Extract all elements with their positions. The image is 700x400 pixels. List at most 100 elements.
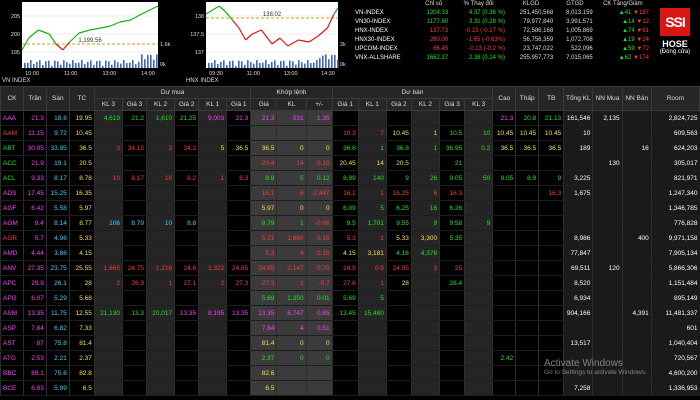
col-low[interactable]: Thấp [515, 86, 540, 111]
chart-volume-bar [295, 64, 297, 68]
cell-buy-vol-2 [145, 335, 175, 351]
col-buy-vol-1[interactable]: KL 1 [198, 98, 228, 111]
col-average[interactable]: TB [538, 86, 565, 111]
cell-ticker[interactable]: APC [0, 275, 24, 291]
cell-ticker[interactable]: ADS [0, 185, 24, 201]
cell-room: 4,600,200 [650, 365, 700, 381]
cell-ticker[interactable]: APG [0, 290, 24, 306]
stock-row[interactable]: ASP 7.84 6.82 7.33 7.84 4 0.51 601 [0, 320, 700, 336]
stock-row[interactable]: AGM 9.4 8.14 8.77 106 8.79 10 8.8 8.79 1 -0.66 9.5 1… [0, 215, 700, 231]
cell-ticker[interactable]: BBC [0, 365, 24, 381]
col-room[interactable]: Room [650, 86, 700, 111]
cell-buy-price-3 [122, 185, 147, 201]
stock-row[interactable]: AMD 4.44 3.86 4.15 5.3 4 -0.15 4.15 3,181 4.16 4,3… [0, 245, 700, 261]
col-match-volume[interactable]: KL [276, 98, 307, 111]
cell-sell-vol-1: 15,480 [357, 305, 387, 321]
index-row[interactable]: VN30-INDEX 1177.60 3.31 (0.28 %) 79,977,840… [353, 18, 651, 27]
col-buy-price-1[interactable]: Giá 1 [226, 98, 252, 111]
index-row[interactable]: HNX30-INDEX 260.00 -1.65 (-0.63%) 56,756,35… [353, 36, 651, 45]
stock-row[interactable]: AGR 5.7 4.96 5.33 5.21 1,860 0.15 5.3 1 5.33 3,300… [0, 230, 700, 246]
index-row[interactable]: VN-INDEX 1204.33 4.37 (0.36 %) 251,450,568 8… [353, 9, 651, 18]
stock-row[interactable]: ABT 30.05 33.95 36.5 3 34.15 2 34.2 5 36.5 36.5 0 0 3… [0, 140, 700, 156]
cell-ticker[interactable]: BCE [0, 380, 24, 396]
stock-row[interactable]: ACL 9.33 8.17 8.78 10 8.17 16 8.2 1 8.3 8.9 5 0.12 8.… [0, 170, 700, 186]
cell-buy-price-2 [174, 155, 199, 171]
stock-row[interactable]: BCE 6.83 5.99 6.5 6.5 7,258 1,336,953 [0, 380, 700, 396]
col-sell-vol-1[interactable]: KL 1 [357, 98, 387, 111]
cell-ticker[interactable]: AGF [0, 200, 24, 216]
cell-buy-price-2 [174, 230, 199, 246]
col-foreign-buy[interactable]: NN Mua [592, 86, 623, 111]
col-floor[interactable]: Sàn [45, 86, 70, 111]
stock-row[interactable]: APC 29.9 26.1 28 2 26.9 1 27.1 2 27.3 27.3 2 -0.7 27.… [0, 275, 700, 291]
cell-sell-vol-2: 3,300 [410, 230, 440, 246]
cell-low [515, 290, 539, 306]
index-row[interactable]: VNX-ALLSHARE 1662.37 2.38 (0.14 %) 255,957,… [353, 54, 651, 63]
cell-ticker[interactable]: AAA [0, 110, 24, 126]
cell-foreign-buy: 120 [592, 260, 623, 276]
col-sell-vol-3[interactable]: KL 3 [464, 98, 494, 111]
col-sell-vol-2[interactable]: KL 2 [410, 98, 441, 111]
index-volume: 72,586,168 [523, 28, 554, 34]
col-ceiling[interactable]: Trần [22, 86, 47, 111]
cell-sell-vol-3 [464, 320, 493, 336]
cell-sell-price-3: 16.3 [439, 185, 465, 201]
col-buy-price-3[interactable]: Giá 3 [122, 98, 147, 111]
col-sell-price-1[interactable]: Giá 1 [331, 98, 359, 111]
stock-row[interactable]: AGF 6.42 5.58 5.97 5.97 0 0 6.09 5 6.25 16 6.26 1,34… [0, 200, 700, 216]
stock-row[interactable]: ACC 21.9 19.1 20.5 20.4 14 0.10 20.45 14 20.5 21 13… [0, 155, 700, 171]
cell-match-price: 8.79 [250, 215, 277, 231]
cell-high: 36.5 [492, 140, 516, 156]
cell-buy-vol-3: 3 [93, 140, 123, 156]
cell-sell-price-1: 9.5 [331, 215, 359, 231]
stock-row[interactable]: AAA 21.3 18.6 19.95 4,619 21.2 1,610 21.25 9,003… [0, 110, 700, 126]
cell-sell-price-1: 8.99 [331, 170, 359, 186]
cell-ticker[interactable]: ABT [0, 140, 24, 156]
cell-sell-vol-3 [464, 200, 493, 216]
col-buy-vol-2[interactable]: KL 2 [145, 98, 176, 111]
cell-match-price: 20.4 [250, 155, 277, 171]
col-sell-price-3[interactable]: Giá 3 [439, 98, 466, 111]
cell-match-volume: 2 [276, 275, 307, 291]
col-total-volume[interactable]: Tổng KL [563, 86, 594, 111]
stock-row[interactable]: BBC 89.1 75.6 82.8 82.6 4,600,200 [0, 365, 700, 381]
stock-row[interactable]: AAM 11.15 9.72 10.45 10.3 7 10.45 1 10.5 10 10.45 1… [0, 125, 700, 141]
cell-ticker[interactable]: ACL [0, 170, 24, 186]
cell-ticker[interactable]: ACC [0, 155, 24, 171]
cell-ticker[interactable]: AMD [0, 245, 24, 261]
col-foreign-sell[interactable]: NN Bán [621, 86, 652, 111]
col-high[interactable]: Cao [492, 86, 517, 111]
stock-row[interactable]: AST 87 75.8 81.4 81.4 0 0 13,517 1,040,404 [0, 335, 700, 351]
chart-x-tick: 11:00 [64, 71, 77, 77]
col-match-change[interactable]: +/- [305, 98, 333, 111]
cell-ticker[interactable]: ATG [0, 350, 24, 366]
cell-ticker[interactable]: ASP [0, 320, 24, 336]
col-buy-price-2[interactable]: Giá 2 [174, 98, 200, 111]
stock-row[interactable]: APG 6.07 5.29 5.68 5.69 1,350 0.01 5.69 5 6,934 89… [0, 290, 700, 306]
cell-sell-vol-2: 9 [410, 215, 440, 231]
cell-ticker[interactable]: AGM [0, 215, 24, 231]
cell-sell-price-3: 5.35 [439, 230, 465, 246]
cell-ticker[interactable]: ANV [0, 260, 24, 276]
cell-ticker[interactable]: AGR [0, 230, 24, 246]
vn-index-chart[interactable]: 1,199.56 205 200 195 1.6k 0k 10:00 11:00 13:00 14… [0, 0, 172, 84]
hnx-index-chart[interactable]: 138.02 138 137.5 137 2k 0k 09:30 11:00 13:00 14:3… [184, 0, 352, 84]
cell-sell-price-3: 21 [439, 155, 465, 171]
col-sell-price-2[interactable]: Giá 2 [385, 98, 412, 111]
stock-row[interactable]: ATG 2.53 2.21 2.37 2.37 0 0 2.42 720,567 [0, 350, 700, 366]
index-name: VN-INDEX [355, 10, 384, 16]
index-row[interactable]: UPCOM-INDEX 66.45 -0.13 (-0.2 %) 23,747,022… [353, 45, 651, 54]
cell-ticker[interactable]: ASM [0, 305, 24, 321]
cell-sell-vol-2 [410, 110, 440, 126]
col-match-price[interactable]: Giá [250, 98, 278, 111]
col-reference[interactable]: TC [68, 86, 95, 111]
col-buy-vol-3[interactable]: KL 3 [93, 98, 124, 111]
chart-volume-bar [30, 60, 32, 68]
stock-row[interactable]: ANV 27.35 23.75 25.55 1,665 24.75 1,216 24.8 1,3… [0, 260, 700, 276]
col-ck[interactable]: CK [0, 86, 24, 111]
index-row[interactable]: HNX-INDEX 137.73 -0.23 (-0.17 %) 72,586,168… [353, 27, 651, 36]
stock-row[interactable]: ADS 17.45 15.25 16.35 16.1 6 -2,447 16.2 1 16.25 6… [0, 185, 700, 201]
cell-ticker[interactable]: AAM [0, 125, 24, 141]
cell-ticker[interactable]: AST [0, 335, 24, 351]
stock-row[interactable]: ASM 13.35 11.75 12.55 21,130 13.3 20,017 13.35 8… [0, 305, 700, 321]
